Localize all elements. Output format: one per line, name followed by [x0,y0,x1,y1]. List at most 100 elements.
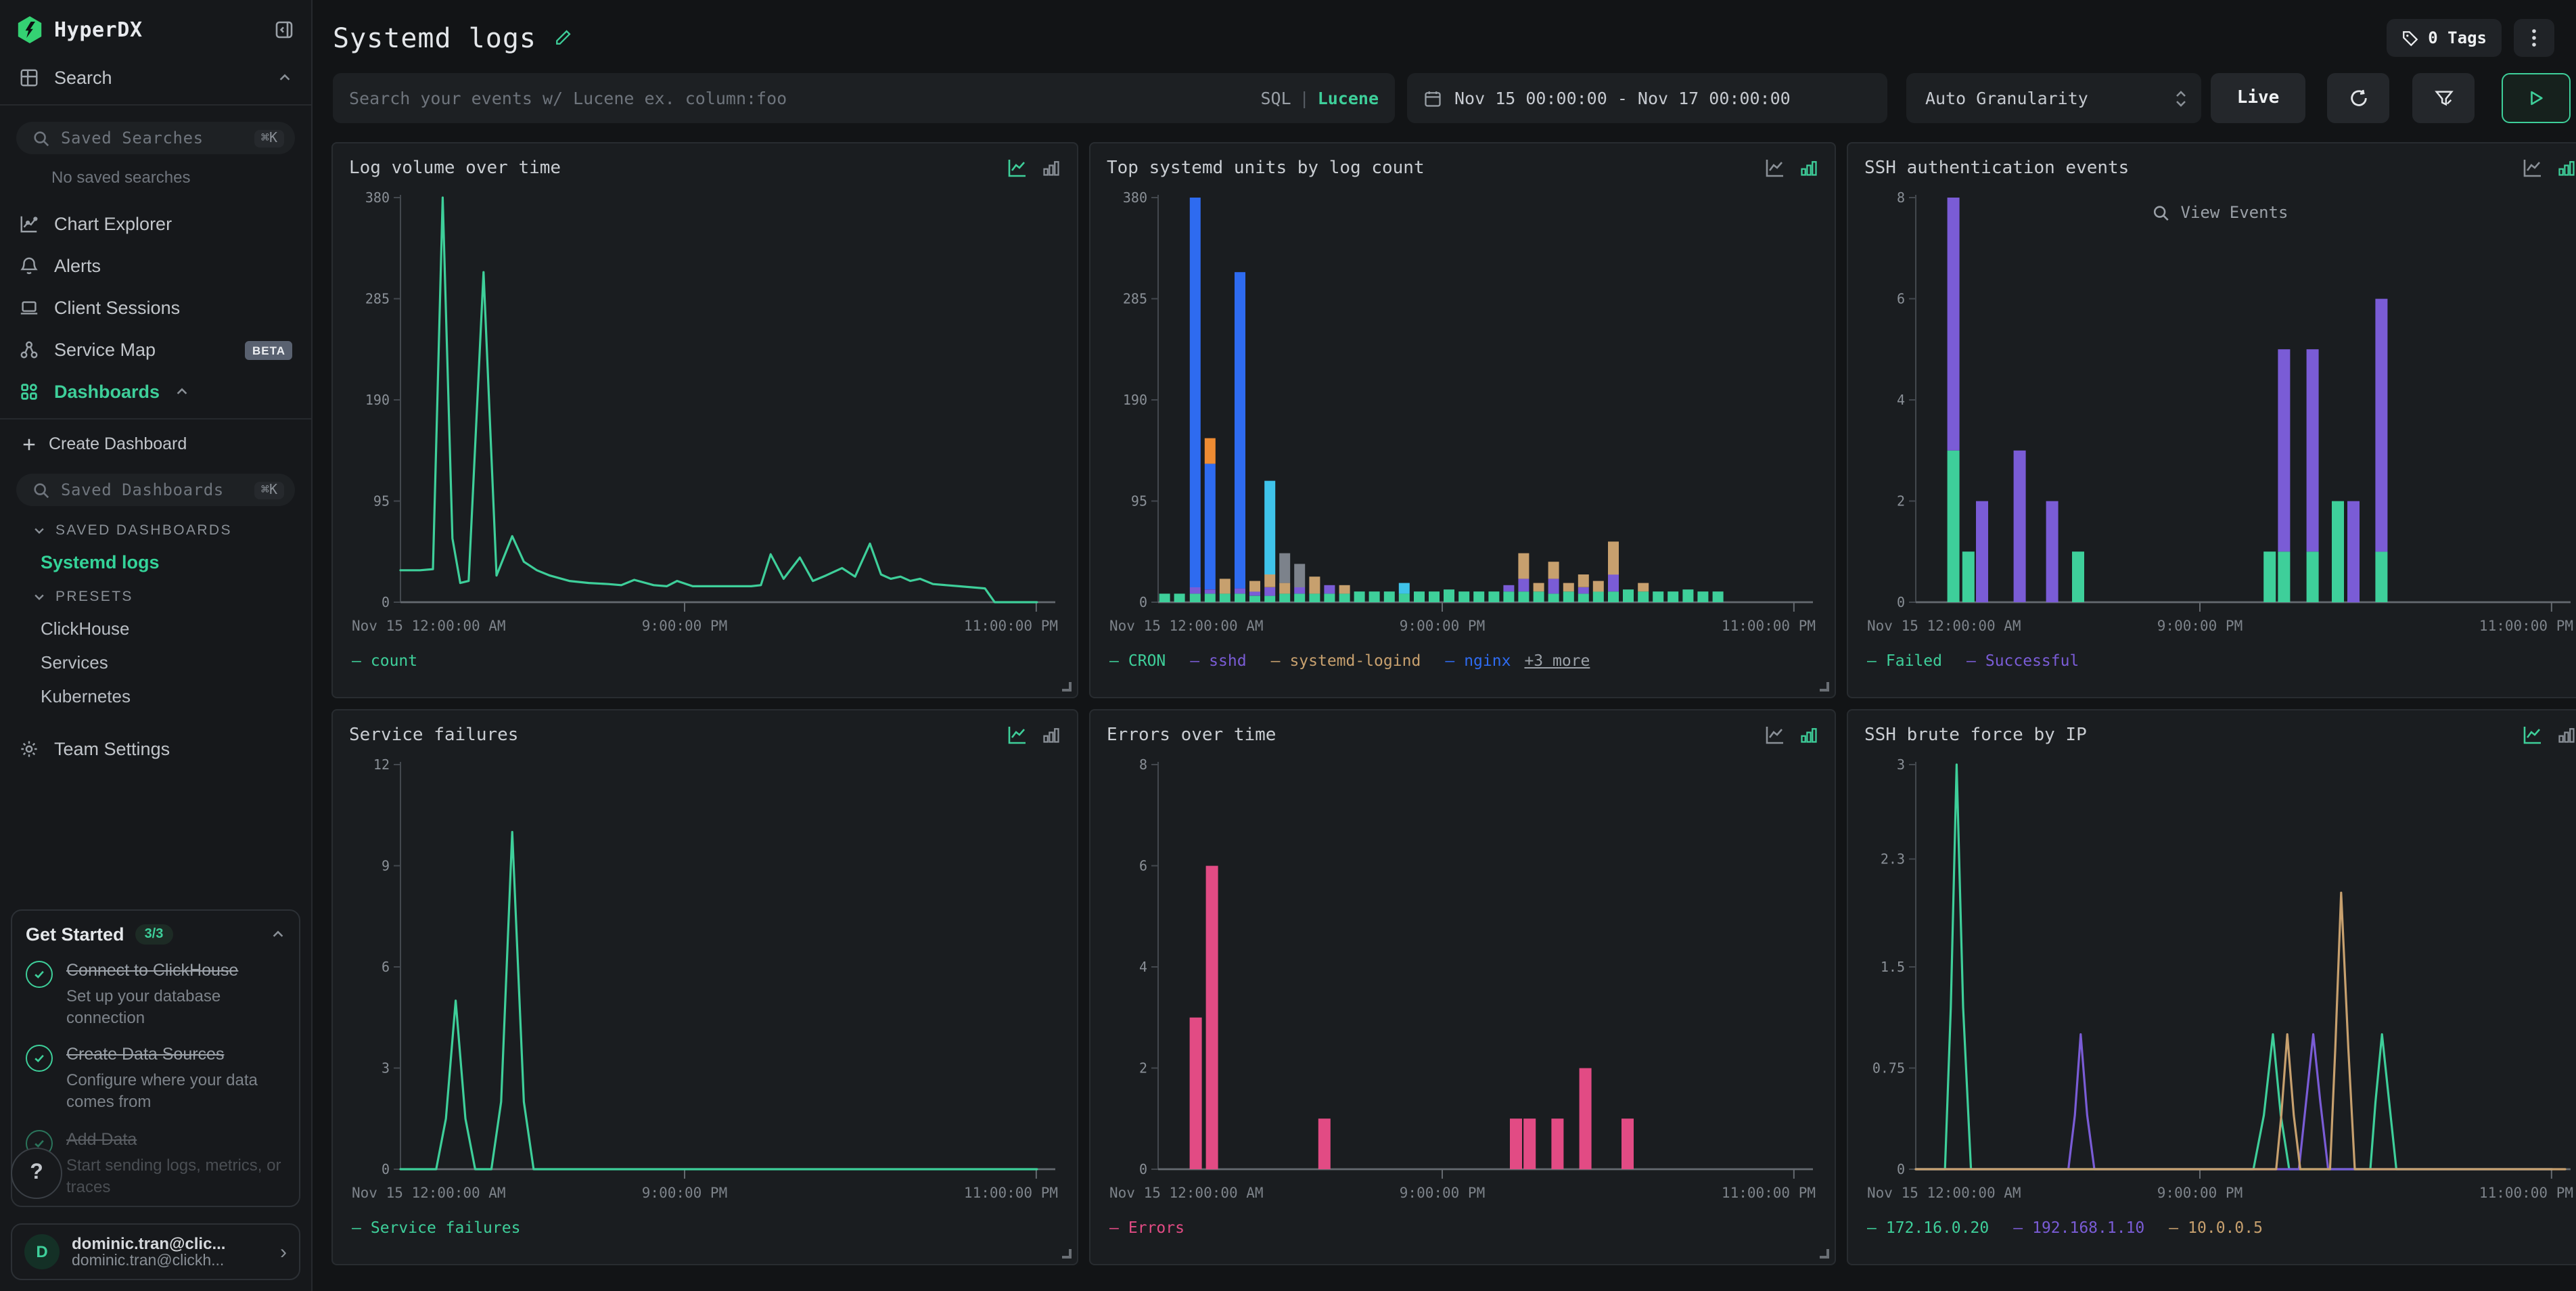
legend-item[interactable]: —sshd [1190,651,1246,670]
refresh-button[interactable] [2327,73,2389,123]
legend-item[interactable]: —Service failures [352,1218,520,1237]
sql-toggle[interactable]: SQL [1260,88,1291,108]
page-title: Systemd logs [333,22,536,54]
line-chart-toggle-icon[interactable] [1007,157,1028,179]
bar-chart-toggle-icon[interactable] [1799,725,1818,744]
saved-dashboards-input[interactable]: Saved Dashboards ⌘K [16,474,295,506]
user-name: dominic.tran@clic... [72,1234,225,1253]
edit-title-icon[interactable] [553,28,572,47]
section-saved-dashboards[interactable]: SAVED DASHBOARDS [32,522,311,539]
create-dashboard-button[interactable]: Create Dashboard [0,425,311,463]
laptop-icon [19,298,39,318]
chart-errors[interactable]: 86420Nov 15 12:00:00 AM9:00:00 PM11:00:0… [1107,746,1818,1213]
run-query-button[interactable] [2502,73,2571,123]
get-started-step-add-data[interactable]: Add Data Start sending logs, metrics, or… [26,1127,285,1198]
chevron-right-icon: › [280,1240,287,1263]
saved-searches-input[interactable]: Saved Searches ⌘K [16,122,295,154]
resize-handle[interactable] [1820,682,1829,692]
legend-item[interactable]: —Successful [1967,651,2079,670]
chart-ssh-auth[interactable]: 86420Nov 15 12:00:00 AM9:00:00 PM11:00:0… [1864,179,2576,646]
bar-chart-toggle-icon[interactable] [1042,158,1061,177]
chart-service-failures[interactable]: 129630Nov 15 12:00:00 AM9:00:00 PM11:00:… [349,746,1061,1213]
dashboard-grid: Log volume over time 380285190950Nov 15 … [313,123,2576,1265]
granularity-select[interactable]: Auto Granularity [1906,73,2201,123]
get-started-title: Get Started [26,924,124,945]
date-range-picker[interactable]: Nov 15 00:00:00 - Nov 17 00:00:00 [1407,73,1887,123]
sidebar-item-systemd-logs[interactable]: Systemd logs [41,552,311,572]
sidebar-item-dashboards[interactable]: Dashboards [0,371,311,413]
chart-ssh-brute-force[interactable]: 32.31.50.750Nov 15 12:00:00 AM9:00:00 PM… [1864,746,2576,1213]
resize-handle[interactable] [1062,682,1072,692]
sidebar-item-search[interactable]: Search [0,57,311,99]
svg-text:285: 285 [365,291,390,307]
sidebar-item-kubernetes[interactable]: Kubernetes [41,686,311,706]
sidebar-item-chart-explorer[interactable]: Chart Explorer [0,203,311,245]
view-events-button[interactable]: View Events [2153,203,2288,222]
bar-chart-toggle-icon[interactable] [2557,158,2576,177]
sidebar-item-service-map[interactable]: Service Map BETA [0,329,311,371]
bar-chart-toggle-icon[interactable] [2557,725,2576,744]
svg-text:6: 6 [1139,858,1147,874]
collapse-sidebar-icon[interactable] [273,19,295,41]
svg-text:9: 9 [382,858,390,874]
bar-chart-toggle-icon[interactable] [1042,725,1061,744]
legend-item[interactable]: —CRON [1109,651,1166,670]
kbd-shortcut: ⌘K [254,129,284,147]
line-chart-toggle-icon[interactable] [1007,724,1028,746]
chart-log-volume[interactable]: 380285190950Nov 15 12:00:00 AM9:00:00 PM… [349,179,1061,646]
brand-name: HyperDX [54,18,143,42]
legend-item[interactable]: —172.16.0.20 [1867,1218,1989,1237]
sidebar-item-client-sessions[interactable]: Client Sessions [0,287,311,329]
lang-divider: | [1300,88,1310,108]
bar-chart-toggle-icon[interactable] [1799,158,1818,177]
svg-text:11:00:00 PM: 11:00:00 PM [964,1185,1058,1201]
svg-text:380: 380 [1123,189,1147,206]
live-button[interactable]: Live [2211,73,2305,123]
tags-button[interactable]: 0 Tags [2386,19,2502,57]
lucene-toggle[interactable]: Lucene [1318,88,1379,108]
line-chart-toggle-icon[interactable] [2522,724,2544,746]
hyperdx-logo-icon [16,16,43,43]
legend-more-link[interactable]: +3 more [1524,651,1590,670]
more-options-button[interactable] [2514,19,2554,57]
chevron-up-icon[interactable] [271,927,285,942]
help-button[interactable]: ? [11,1148,62,1199]
svg-text:0: 0 [382,594,390,610]
sidebar-item-clickhouse[interactable]: ClickHouse [41,618,311,639]
get-started-step-connect[interactable]: Connect to ClickHouse Set up your databa… [26,958,285,1029]
svg-text:190: 190 [365,392,390,408]
svg-text:Nov 15 12:00:00 AM: Nov 15 12:00:00 AM [1867,618,2021,634]
user-email: dominic.tran@clickh... [72,1253,225,1269]
line-chart-toggle-icon[interactable] [2522,157,2544,179]
saved-searches-placeholder: Saved Searches [61,129,244,148]
resize-handle[interactable] [1820,1249,1829,1259]
get-started-step-sources[interactable]: Create Data Sources Configure where your… [26,1043,285,1114]
panel-ssh-auth: SSH authentication events View Events 86… [1847,142,2576,698]
legend-item[interactable]: —192.168.1.10 [2013,1218,2144,1237]
chart-top-units[interactable]: 380285190950Nov 15 12:00:00 AM9:00:00 PM… [1107,179,1818,646]
legend-item[interactable]: —Failed [1867,651,1942,670]
section-presets[interactable]: PRESETS [32,589,311,605]
sidebar-item-alerts[interactable]: Alerts [0,245,311,287]
svg-text:9:00:00 PM: 9:00:00 PM [1400,1185,1485,1201]
sidebar-item-services[interactable]: Services [41,652,311,673]
step-title: Connect to ClickHouse [66,961,238,980]
line-chart-toggle-icon[interactable] [1764,724,1786,746]
legend-item[interactable]: —systemd-logind [1271,651,1421,670]
panel-title: Service failures [349,725,518,745]
resize-handle[interactable] [1062,1249,1072,1259]
beta-badge: BETA [246,340,292,359]
panel-title: SSH authentication events [1864,158,2129,178]
legend-item[interactable]: —Errors [1109,1218,1184,1237]
legend-item[interactable]: —nginx [1445,651,1511,670]
legend-item[interactable]: —10.0.0.5 [2169,1218,2263,1237]
legend-item[interactable]: —count [352,651,417,670]
line-chart-toggle-icon[interactable] [1764,157,1786,179]
svg-text:9:00:00 PM: 9:00:00 PM [1400,618,1485,634]
user-menu[interactable]: D dominic.tran@clic... dominic.tran@clic… [11,1223,300,1280]
chevron-up-icon [277,70,292,85]
event-search-input[interactable]: Search your events w/ Lucene ex. column:… [333,73,1395,123]
granularity-value: Auto Granularity [1925,88,2088,108]
filter-button[interactable] [2412,73,2475,123]
sidebar-item-team-settings[interactable]: Team Settings [0,728,311,770]
